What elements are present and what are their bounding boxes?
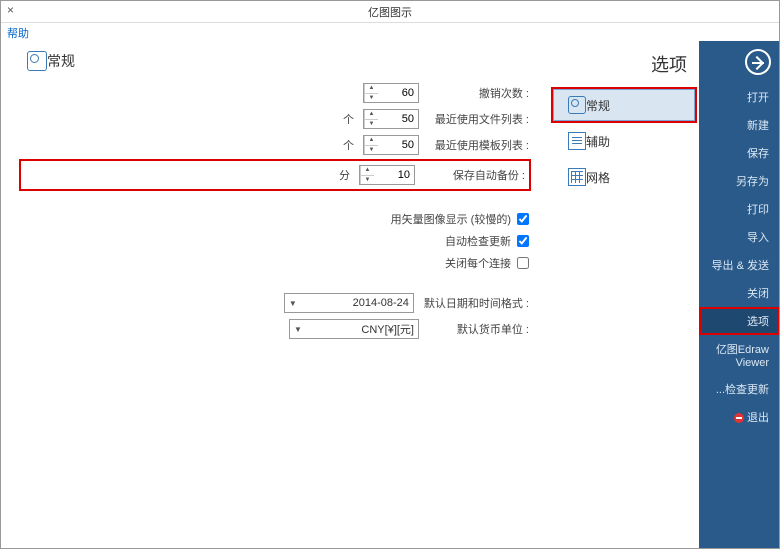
sidebar-item-update[interactable]: 检查更新... — [699, 375, 779, 403]
spin-up-icon[interactable]: ▲ — [365, 136, 378, 146]
titlebar: × 亿图图示 — [1, 1, 779, 23]
row-auto-update: 自动检查更新 — [21, 233, 529, 249]
recent-files-label: 最近使用文件列表 : — [429, 111, 529, 127]
sidebar-item-close[interactable]: 关闭 — [699, 279, 779, 307]
back-icon[interactable] — [745, 49, 771, 75]
disable-wizard-checkbox[interactable] — [517, 257, 529, 269]
sidebar-item-new[interactable]: 新建 — [699, 111, 779, 139]
settings-panel: 常规 ▲▼ 撤销次数 : 个 ▲▼ 最近使用文件列表 : — [1, 41, 549, 548]
grid-icon — [568, 168, 586, 186]
row-date-format: ▼ 2014-08-24 默认日期和时间格式 : — [21, 293, 529, 313]
close-icon[interactable]: × — [7, 3, 25, 21]
recent-templates-spinner[interactable]: ▲▼ — [363, 135, 419, 155]
sidebar-item-save[interactable]: 保存 — [699, 139, 779, 167]
recent-files-input[interactable] — [378, 110, 418, 128]
sidebar: 打开 新建 保存 另存为 打印 导入 导出 & 发送 关闭 选项 亿图Edraw… — [699, 41, 779, 548]
spin-down-icon[interactable]: ▼ — [365, 120, 378, 129]
recent-templates-label: 最近使用模板列表 : — [429, 137, 529, 153]
auto-update-checkbox[interactable] — [517, 235, 529, 247]
sidebar-item-options[interactable]: 选项 — [699, 307, 779, 335]
category-grid[interactable]: 网格 — [553, 161, 695, 193]
auto-backup-input[interactable] — [374, 166, 414, 184]
row-auto-backup: 分 ▲▼ 保存自动备份 : — [21, 161, 529, 189]
sidebar-item-export[interactable]: 导出 & 发送 — [699, 251, 779, 279]
date-format-label: 默认日期和时间格式 : — [424, 295, 529, 311]
chevron-down-icon: ▼ — [294, 325, 302, 334]
undo-spinner[interactable]: ▲▼ — [363, 83, 419, 103]
recent-files-spinner[interactable]: ▲▼ — [363, 109, 419, 129]
currency-label: 默认货币单位 : — [429, 321, 529, 337]
general-icon — [568, 96, 586, 114]
auto-backup-label: 保存自动备份 : — [425, 167, 525, 183]
sidebar-item-exit[interactable]: 退出 — [699, 403, 779, 431]
row-recent-files: 个 ▲▼ 最近使用文件列表 : — [21, 109, 529, 129]
spin-down-icon[interactable]: ▼ — [365, 94, 378, 103]
row-undo: ▲▼ 撤销次数 : — [21, 83, 529, 103]
sidebar-item-open[interactable]: 打开 — [699, 83, 779, 111]
row-recent-templates: 个 ▲▼ 最近使用模板列表 : — [21, 135, 529, 155]
spin-down-icon[interactable]: ▼ — [365, 146, 378, 155]
auto-backup-spinner[interactable]: ▲▼ — [359, 165, 415, 185]
section-title: 常规 — [21, 51, 529, 71]
row-currency: ▼ CNY[¥][元] 默认货币单位 : — [21, 319, 529, 339]
spin-down-icon[interactable]: ▼ — [361, 176, 374, 185]
spin-up-icon[interactable]: ▲ — [365, 84, 378, 94]
row-vector-display: 用矢量图像显示 (较慢的) — [21, 211, 529, 227]
sidebar-item-import[interactable]: 导入 — [699, 223, 779, 251]
sidebar-item-viewer[interactable]: 亿图Edraw Viewer — [699, 335, 779, 375]
sidebar-item-print[interactable]: 打印 — [699, 195, 779, 223]
category-column: 选项 常规 辅助 网格 — [549, 41, 699, 548]
date-format-combo[interactable]: ▼ 2014-08-24 — [284, 293, 414, 313]
recent-templates-input[interactable] — [378, 136, 418, 154]
vector-display-checkbox[interactable] — [517, 213, 529, 225]
page-heading: 选项 — [553, 51, 687, 77]
exit-icon — [734, 413, 744, 423]
sidebar-item-saveas[interactable]: 另存为 — [699, 167, 779, 195]
currency-combo[interactable]: ▼ CNY[¥][元] — [289, 319, 419, 339]
general-icon — [27, 51, 47, 71]
category-aux[interactable]: 辅助 — [553, 125, 695, 157]
row-disable-wizard: 关闭每个连接 — [21, 255, 529, 271]
chevron-down-icon: ▼ — [289, 299, 297, 308]
help-menu[interactable]: 帮助 — [7, 28, 29, 40]
aux-icon — [568, 132, 586, 150]
undo-label: 撤销次数 : — [429, 85, 529, 101]
category-general[interactable]: 常规 — [553, 89, 695, 121]
app-title: 亿图图示 — [368, 4, 412, 20]
spin-up-icon[interactable]: ▲ — [361, 166, 374, 176]
menubar: 帮助 — [1, 23, 779, 41]
spin-up-icon[interactable]: ▲ — [365, 110, 378, 120]
undo-input[interactable] — [378, 84, 418, 102]
